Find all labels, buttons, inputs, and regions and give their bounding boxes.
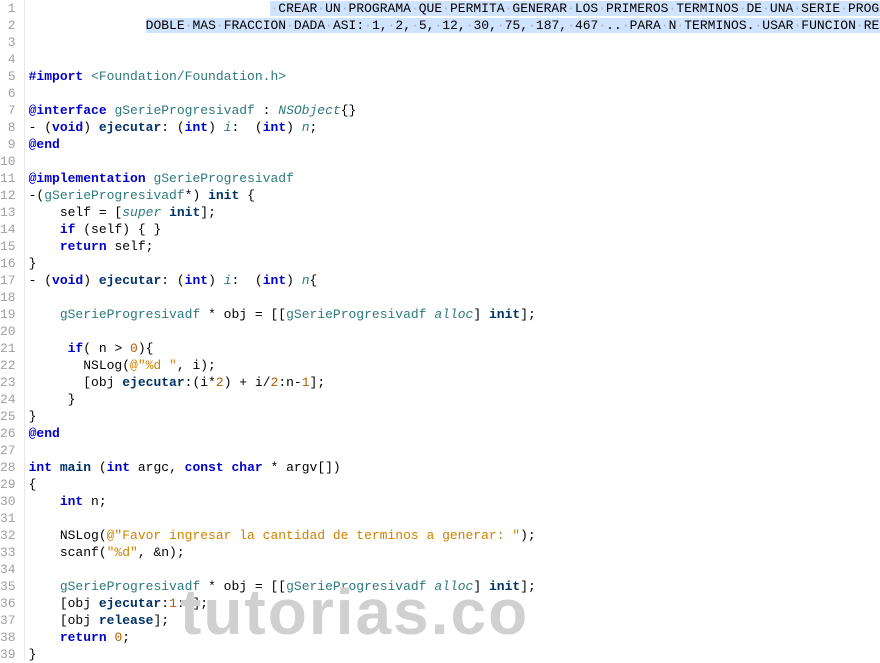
line-number: 30 <box>0 493 16 510</box>
line-number: 28 <box>0 459 16 476</box>
line-number: 1 <box>0 0 16 17</box>
code-line[interactable]: - (void) ejecutar: (int) i: (int) n; <box>29 119 880 136</box>
code-line[interactable]: @end <box>29 425 880 442</box>
code-line[interactable]: -(gSerieProgresivadf*) init { <box>29 187 880 204</box>
code-line[interactable] <box>29 153 880 170</box>
line-number: 37 <box>0 612 16 629</box>
code-area[interactable]: ·CREAR·UN·PROGRAMA·QUE·PERMITA·GENERAR·L… <box>25 0 880 660</box>
line-number: 2 <box>0 17 16 34</box>
line-number: 19 <box>0 306 16 323</box>
line-number: 13 <box>0 204 16 221</box>
code-line[interactable]: [obj ejecutar:1:n]; <box>29 595 880 612</box>
code-line[interactable]: [obj release]; <box>29 612 880 629</box>
line-number: 3 <box>0 34 16 51</box>
code-line[interactable] <box>29 85 880 102</box>
code-line[interactable]: } <box>29 646 880 663</box>
line-number: 11 <box>0 170 16 187</box>
line-number: 21 <box>0 340 16 357</box>
code-line[interactable]: ·CREAR·UN·PROGRAMA·QUE·PERMITA·GENERAR·L… <box>29 0 880 17</box>
code-line[interactable]: if (self) { } <box>29 221 880 238</box>
line-number: 8 <box>0 119 16 136</box>
line-number: 35 <box>0 578 16 595</box>
line-number: 22 <box>0 357 16 374</box>
code-line[interactable]: gSerieProgresivadf * obj = [[gSerieProgr… <box>29 578 880 595</box>
code-line[interactable] <box>29 289 880 306</box>
code-line[interactable]: if( n > 0){ <box>29 340 880 357</box>
line-number: 33 <box>0 544 16 561</box>
code-line[interactable]: @interface gSerieProgresivadf : NSObject… <box>29 102 880 119</box>
code-line[interactable] <box>29 442 880 459</box>
line-number: 31 <box>0 510 16 527</box>
line-number: 4 <box>0 51 16 68</box>
line-number: 39 <box>0 646 16 663</box>
code-line[interactable]: } <box>29 255 880 272</box>
code-line[interactable]: #import <Foundation/Foundation.h> <box>29 68 880 85</box>
code-line[interactable]: DOBLE·MAS·FRACCION·DADA·ASI:·1,·2,·5,·12… <box>29 17 880 34</box>
code-line[interactable]: gSerieProgresivadf * obj = [[gSerieProgr… <box>29 306 880 323</box>
code-line[interactable] <box>29 510 880 527</box>
code-line[interactable]: return self; <box>29 238 880 255</box>
code-line[interactable] <box>29 51 880 68</box>
line-number: 14 <box>0 221 16 238</box>
line-number-gutter: 1234567891011121314151617181920212223242… <box>0 0 25 660</box>
code-line[interactable]: self = [super init]; <box>29 204 880 221</box>
line-number: 25 <box>0 408 16 425</box>
line-number: 10 <box>0 153 16 170</box>
code-line[interactable]: scanf("%d", &n); <box>29 544 880 561</box>
line-number: 29 <box>0 476 16 493</box>
code-line[interactable]: int main (int argc, const char * argv[]) <box>29 459 880 476</box>
line-number: 7 <box>0 102 16 119</box>
code-line[interactable]: NSLog(@"%d ", i); <box>29 357 880 374</box>
line-number: 17 <box>0 272 16 289</box>
code-line[interactable]: NSLog(@"Favor ingresar la cantidad de te… <box>29 527 880 544</box>
code-line[interactable]: @implementation gSerieProgresivadf <box>29 170 880 187</box>
line-number: 9 <box>0 136 16 153</box>
code-editor[interactable]: 1234567891011121314151617181920212223242… <box>0 0 880 660</box>
code-line[interactable]: int n; <box>29 493 880 510</box>
line-number: 26 <box>0 425 16 442</box>
line-number: 20 <box>0 323 16 340</box>
line-number: 6 <box>0 85 16 102</box>
line-number: 18 <box>0 289 16 306</box>
code-line[interactable]: [obj ejecutar:(i*2) + i/2:n-1]; <box>29 374 880 391</box>
line-number: 16 <box>0 255 16 272</box>
line-number: 5 <box>0 68 16 85</box>
code-line[interactable]: { <box>29 476 880 493</box>
code-line[interactable]: @end <box>29 136 880 153</box>
code-line[interactable]: } <box>29 408 880 425</box>
line-number: 12 <box>0 187 16 204</box>
code-line[interactable] <box>29 323 880 340</box>
line-number: 34 <box>0 561 16 578</box>
line-number: 38 <box>0 629 16 646</box>
line-number: 27 <box>0 442 16 459</box>
code-line[interactable]: } <box>29 391 880 408</box>
line-number: 15 <box>0 238 16 255</box>
line-number: 24 <box>0 391 16 408</box>
code-line[interactable]: - (void) ejecutar: (int) i: (int) n{ <box>29 272 880 289</box>
code-line[interactable] <box>29 561 880 578</box>
code-line[interactable] <box>29 34 880 51</box>
line-number: 36 <box>0 595 16 612</box>
line-number: 23 <box>0 374 16 391</box>
line-number: 32 <box>0 527 16 544</box>
code-line[interactable]: return 0; <box>29 629 880 646</box>
